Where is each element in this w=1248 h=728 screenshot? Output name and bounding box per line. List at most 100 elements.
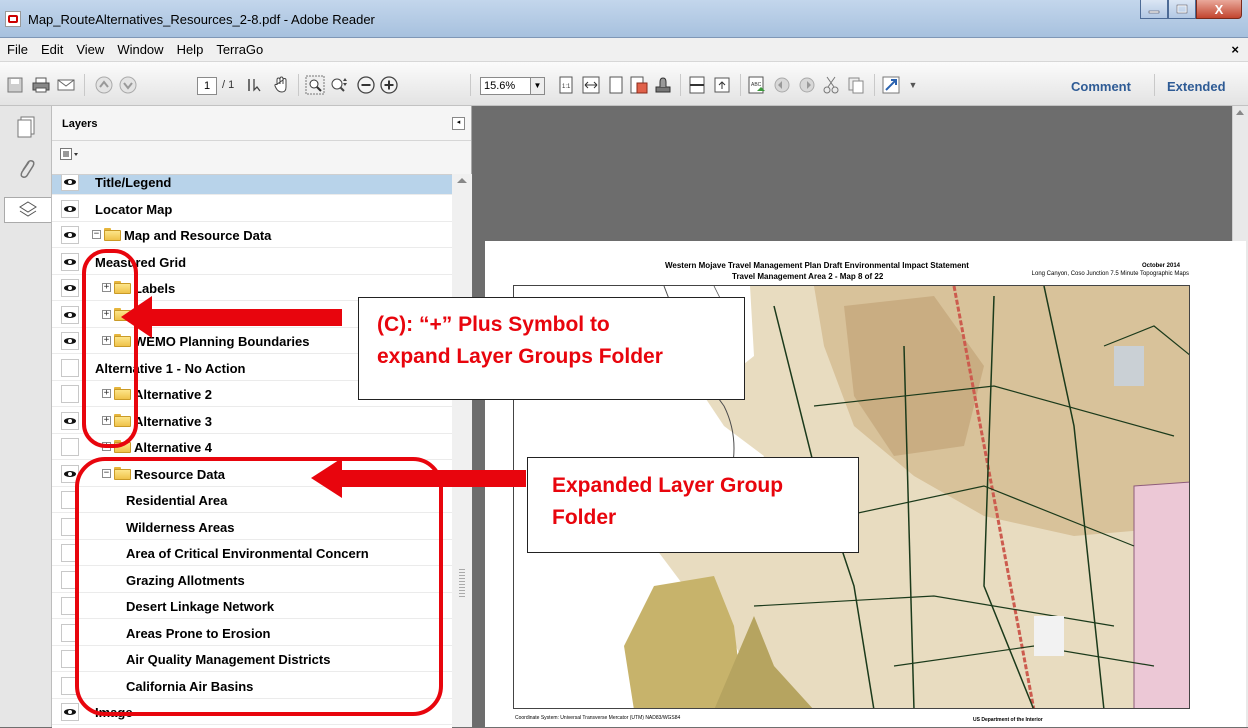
layer-row[interactable]: − Map and Resource Data — [52, 222, 452, 248]
scroll-grip[interactable] — [459, 569, 465, 599]
maximize-button[interactable] — [1168, 0, 1196, 19]
minimize-button[interactable] — [1140, 0, 1168, 19]
expand-icon[interactable]: + — [102, 389, 111, 398]
menu-terrago[interactable]: TerraGo — [216, 38, 263, 62]
expand-icon[interactable]: + — [102, 283, 111, 292]
page-number-input[interactable]: 1 — [197, 77, 217, 95]
layer-visibility-toggle[interactable] — [61, 226, 79, 244]
layer-row[interactable]: Areas Prone to Erosion — [52, 620, 452, 646]
layer-row[interactable]: Image — [52, 699, 452, 725]
attachments-panel-button[interactable] — [13, 156, 39, 182]
layer-visibility-toggle[interactable] — [61, 175, 79, 191]
layers-scrollbar[interactable] — [452, 174, 472, 727]
cut-button[interactable] — [820, 74, 842, 96]
next-page-button[interactable] — [117, 74, 139, 96]
layer-visibility-toggle[interactable] — [61, 491, 79, 509]
previous-page-button[interactable] — [93, 74, 115, 96]
select-tool-button[interactable] — [244, 74, 266, 96]
layer-visibility-toggle[interactable] — [61, 518, 79, 536]
undo-button[interactable] — [771, 74, 793, 96]
fit-width-icon — [582, 76, 600, 94]
layer-row[interactable]: Grazing Allotments — [52, 567, 452, 593]
layer-visibility-toggle[interactable] — [61, 703, 79, 721]
extended-pane-button[interactable]: Extended — [1167, 79, 1226, 94]
save-button[interactable] — [4, 74, 26, 96]
layer-visibility-toggle[interactable] — [61, 200, 79, 218]
menu-window[interactable]: Window — [117, 38, 163, 62]
layer-visibility-toggle[interactable] — [61, 677, 79, 695]
scroll-up-icon[interactable] — [1236, 110, 1244, 115]
expand-icon[interactable]: + — [102, 442, 111, 451]
folder-icon — [114, 308, 131, 321]
layer-visibility-toggle[interactable] — [61, 597, 79, 615]
export-pdf-button[interactable]: ABC — [746, 74, 768, 96]
zoom-level-input[interactable]: 15.6% — [480, 77, 531, 95]
menu-edit[interactable]: Edit — [41, 38, 63, 62]
actual-size-button[interactable]: 1:1 — [555, 74, 577, 96]
split-window-button[interactable] — [686, 74, 708, 96]
layer-row[interactable]: − Resource Data — [52, 461, 452, 487]
layer-visibility-toggle[interactable] — [61, 279, 79, 297]
layer-row[interactable]: Air Quality Management Districts — [52, 646, 452, 672]
layer-visibility-toggle[interactable] — [61, 359, 79, 377]
read-mode-button[interactable] — [628, 74, 650, 96]
fit-width-button[interactable] — [580, 74, 602, 96]
layer-row[interactable]: + Alternative 4 — [52, 434, 452, 460]
layer-visibility-toggle[interactable] — [61, 650, 79, 668]
layer-row[interactable]: Title/Legend — [52, 175, 452, 195]
layer-row[interactable]: Locator Map — [52, 196, 452, 222]
pages-panel-button[interactable] — [13, 114, 39, 140]
layer-row[interactable]: + Alternative 3 — [52, 408, 452, 434]
layer-tree: Title/Legend Locator Map − Map and Resource… — [52, 174, 452, 728]
layer-row[interactable]: Desert Linkage Network — [52, 593, 452, 619]
fit-page-icon — [609, 76, 623, 94]
hand-icon — [274, 76, 287, 93]
layer-visibility-toggle[interactable] — [61, 253, 79, 271]
menu-file[interactable]: File — [7, 38, 28, 62]
layers-panel-button[interactable] — [4, 197, 51, 223]
layer-visibility-toggle[interactable] — [61, 412, 79, 430]
close-document-button[interactable]: × — [1231, 42, 1239, 57]
zoom-out-button[interactable] — [355, 74, 377, 96]
full-screen-button[interactable] — [880, 74, 902, 96]
layer-visibility-toggle[interactable] — [61, 465, 79, 483]
collapse-panel-button[interactable]: ◂ — [452, 117, 465, 130]
collapse-icon[interactable]: − — [102, 469, 111, 478]
layer-row[interactable]: Wilderness Areas — [52, 514, 452, 540]
copy-button[interactable] — [845, 74, 867, 96]
redo-button[interactable] — [796, 74, 818, 96]
layer-visibility-toggle[interactable] — [61, 332, 79, 350]
zoom-dropdown-button[interactable]: ▼ — [531, 77, 545, 95]
stamp-button[interactable] — [652, 74, 674, 96]
collapse-icon[interactable]: − — [92, 230, 101, 239]
layers-options-button[interactable] — [60, 147, 80, 161]
toolbar-overflow-button[interactable]: ▼ — [902, 74, 924, 96]
rotate-button[interactable] — [711, 74, 733, 96]
dynamic-zoom-button[interactable] — [329, 74, 351, 96]
layer-label: WEMO Planning Boundaries — [134, 334, 310, 349]
layer-visibility-toggle[interactable] — [61, 385, 79, 403]
hand-tool-button[interactable] — [270, 74, 292, 96]
layer-visibility-toggle[interactable] — [61, 571, 79, 589]
expand-icon[interactable]: + — [102, 310, 111, 319]
close-button[interactable]: X — [1196, 0, 1242, 19]
scroll-up-icon[interactable] — [457, 178, 467, 183]
email-button[interactable] — [55, 74, 77, 96]
expand-icon[interactable]: + — [102, 336, 111, 345]
layer-visibility-toggle[interactable] — [61, 438, 79, 456]
layer-row[interactable]: California Air Basins — [52, 673, 452, 699]
layer-row[interactable]: Measured Grid — [52, 249, 452, 275]
layer-visibility-toggle[interactable] — [61, 544, 79, 562]
layer-row[interactable]: Area of Critical Environmental Concern — [52, 540, 452, 566]
zoom-in-button[interactable] — [378, 74, 400, 96]
fit-page-button[interactable] — [605, 74, 627, 96]
layer-visibility-toggle[interactable] — [61, 306, 79, 324]
comment-pane-button[interactable]: Comment — [1071, 79, 1131, 94]
layer-visibility-toggle[interactable] — [61, 624, 79, 642]
print-button[interactable] — [30, 74, 52, 96]
menu-help[interactable]: Help — [177, 38, 204, 62]
layer-row[interactable]: Residential Area — [52, 487, 452, 513]
menu-view[interactable]: View — [76, 38, 104, 62]
marquee-zoom-button[interactable] — [304, 74, 326, 96]
expand-icon[interactable]: + — [102, 416, 111, 425]
